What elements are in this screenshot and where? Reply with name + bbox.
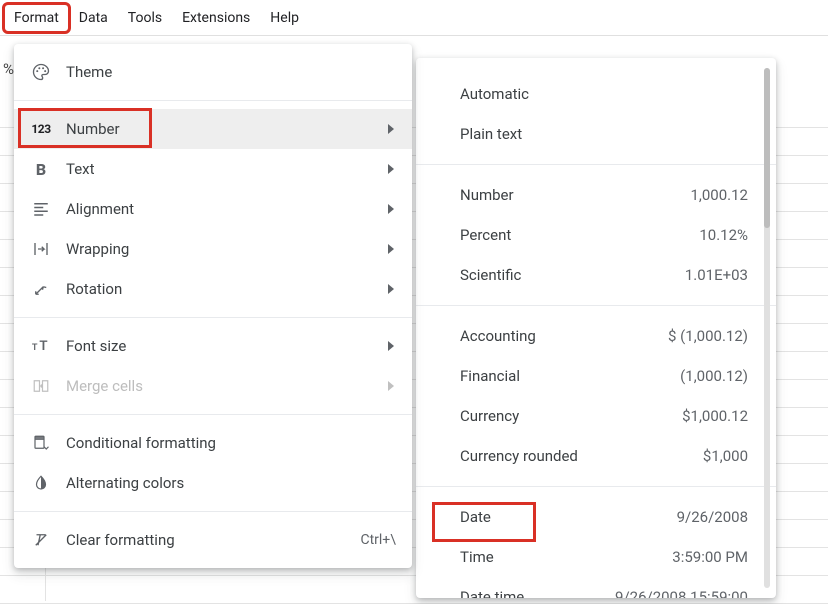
- number-123-icon: 123: [30, 118, 52, 140]
- menu-item-wrapping[interactable]: Wrapping: [14, 229, 412, 269]
- menu-item-rotation[interactable]: Rotation: [14, 269, 412, 309]
- palette-icon: [30, 61, 52, 83]
- menu-label: Font size: [66, 337, 386, 355]
- option-label: Date time: [460, 588, 615, 598]
- option-example: 9/26/2008 15:59:00: [615, 588, 748, 598]
- menu-item-merge-cells: Merge cells: [14, 366, 412, 406]
- menu-label: Clear formatting: [66, 531, 360, 549]
- menu-label: Text: [66, 160, 386, 178]
- option-example: 3:59:00 PM: [672, 548, 748, 566]
- submenu-arrow-icon: [386, 341, 396, 351]
- number-option-scientific[interactable]: Scientific1.01E+03: [416, 255, 776, 295]
- shortcut-label: Ctrl+\: [360, 532, 396, 548]
- clear-format-icon: [30, 529, 52, 551]
- option-example: (1,000.12): [680, 367, 748, 385]
- option-example: 1,000.12: [691, 186, 749, 204]
- menu-label: Rotation: [66, 280, 386, 298]
- align-icon: [30, 198, 52, 220]
- number-option-time[interactable]: Time3:59:00 PM: [416, 537, 776, 577]
- menu-extensions[interactable]: Extensions: [172, 4, 260, 32]
- submenu-arrow-icon: [386, 381, 396, 391]
- menu-help[interactable]: Help: [260, 4, 309, 32]
- menu-label: Alignment: [66, 200, 386, 218]
- option-example: 10.12%: [699, 226, 748, 244]
- wrap-icon: [30, 238, 52, 260]
- menu-label: Conditional formatting: [66, 434, 396, 452]
- number-option-currency[interactable]: Currency$1,000.12: [416, 396, 776, 436]
- option-label: Date: [460, 508, 677, 526]
- format-dropdown: Theme 123 Number B Text Alignment Wrappi…: [14, 44, 412, 568]
- submenu-arrow-icon: [386, 284, 396, 294]
- menu-label: Wrapping: [66, 240, 386, 258]
- number-option-date[interactable]: Date9/26/2008: [416, 497, 776, 537]
- menu-item-clear-formatting[interactable]: Clear formatting Ctrl+\: [14, 520, 412, 560]
- option-example: 9/26/2008: [677, 508, 748, 526]
- option-label: Currency: [460, 407, 682, 425]
- option-label: Financial: [460, 367, 680, 385]
- menu-label: Number: [66, 120, 386, 138]
- menu-tools[interactable]: Tools: [118, 4, 172, 32]
- number-submenu: AutomaticPlain textNumber1,000.12Percent…: [416, 58, 776, 598]
- menu-format[interactable]: Format: [4, 4, 69, 32]
- menu-item-theme[interactable]: Theme: [14, 52, 412, 92]
- svg-text:T: T: [32, 343, 38, 353]
- separator: [14, 511, 412, 512]
- number-option-number[interactable]: Number1,000.12: [416, 175, 776, 215]
- menu-item-alternating-colors[interactable]: Alternating colors: [14, 463, 412, 503]
- alternating-colors-icon: [30, 472, 52, 494]
- option-example: $1,000: [703, 447, 748, 465]
- number-option-accounting[interactable]: Accounting$ (1,000.12): [416, 316, 776, 356]
- menu-label: Theme: [66, 63, 396, 81]
- number-option-automatic[interactable]: Automatic: [416, 74, 776, 114]
- menu-item-alignment[interactable]: Alignment: [14, 189, 412, 229]
- separator: [416, 305, 776, 306]
- font-size-icon: TT: [30, 335, 52, 357]
- option-label: Automatic: [460, 85, 748, 103]
- option-label: Accounting: [460, 327, 668, 345]
- option-example: 1.01E+03: [685, 266, 748, 284]
- submenu-arrow-icon: [386, 204, 396, 214]
- option-label: Scientific: [460, 266, 685, 284]
- number-option-plain-text[interactable]: Plain text: [416, 114, 776, 154]
- menu-label: Alternating colors: [66, 474, 396, 492]
- option-label: Plain text: [460, 125, 748, 143]
- submenu-arrow-icon: [386, 164, 396, 174]
- menu-item-conditional-formatting[interactable]: Conditional formatting: [14, 423, 412, 463]
- menu-item-number[interactable]: 123 Number: [14, 109, 412, 149]
- separator: [416, 164, 776, 165]
- option-label: Time: [460, 548, 672, 566]
- option-label: Currency rounded: [460, 447, 703, 465]
- number-option-currency-rounded[interactable]: Currency rounded$1,000: [416, 436, 776, 476]
- option-label: Percent: [460, 226, 699, 244]
- scrollbar[interactable]: [764, 68, 770, 588]
- option-example: $ (1,000.12): [668, 327, 748, 345]
- option-example: $1,000.12: [682, 407, 748, 425]
- option-label: Number: [460, 186, 691, 204]
- separator: [14, 317, 412, 318]
- toolbar-percent-fragment: %: [0, 58, 14, 80]
- menu-item-font-size[interactable]: TT Font size: [14, 326, 412, 366]
- merge-cells-icon: [30, 375, 52, 397]
- number-option-percent[interactable]: Percent10.12%: [416, 215, 776, 255]
- separator: [14, 414, 412, 415]
- menubar: Format Data Tools Extensions Help: [0, 0, 828, 36]
- menu-item-text[interactable]: B Text: [14, 149, 412, 189]
- rotation-icon: [30, 278, 52, 300]
- separator: [14, 100, 412, 101]
- number-option-financial[interactable]: Financial(1,000.12): [416, 356, 776, 396]
- svg-text:T: T: [39, 339, 47, 354]
- bold-icon: B: [30, 158, 52, 180]
- menu-label: Merge cells: [66, 377, 386, 395]
- separator: [416, 486, 776, 487]
- conditional-format-icon: [30, 432, 52, 454]
- submenu-arrow-icon: [386, 124, 396, 134]
- menu-data[interactable]: Data: [69, 4, 118, 32]
- number-option-date-time[interactable]: Date time9/26/2008 15:59:00: [416, 577, 776, 598]
- submenu-arrow-icon: [386, 244, 396, 254]
